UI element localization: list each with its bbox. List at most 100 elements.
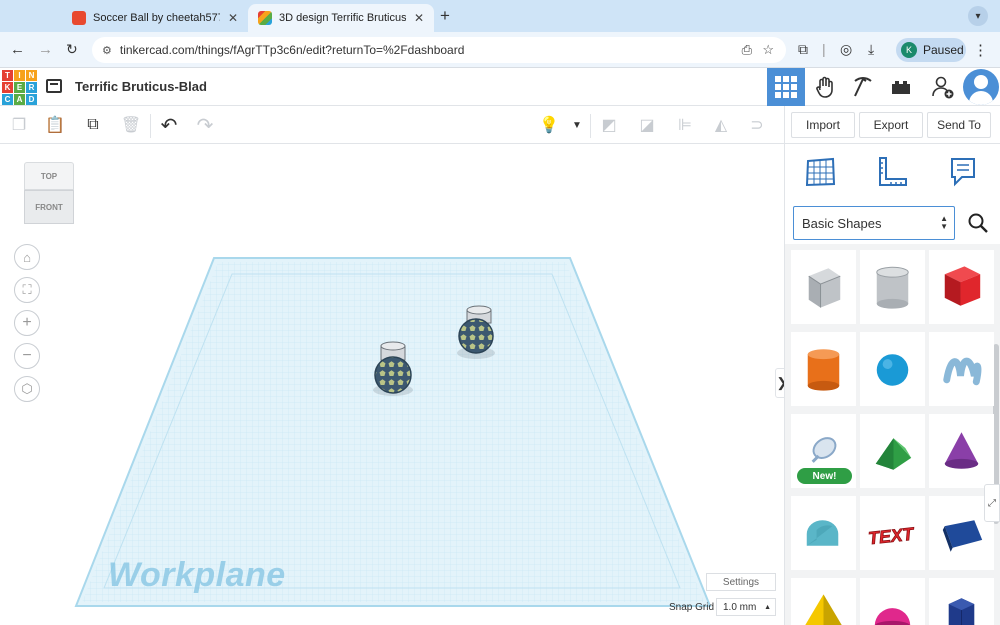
group-icon: ◩	[601, 117, 617, 134]
circuits-button[interactable]	[806, 68, 844, 106]
shape-item[interactable]	[860, 250, 925, 324]
duplicate-button[interactable]: ⧉	[82, 114, 104, 136]
ruler-tool-button[interactable]	[874, 154, 910, 190]
back-button[interactable]: ←	[10, 41, 25, 58]
tab-close-icon[interactable]: ✕	[414, 11, 424, 25]
magnet-icon: ⊃	[750, 117, 764, 134]
lightbulb-icon: 💡	[539, 117, 559, 134]
shape-item[interactable]	[791, 332, 856, 406]
shape-item[interactable]	[860, 332, 925, 406]
toolbar-divider	[590, 114, 591, 138]
install-app-icon[interactable]: ⎙	[742, 42, 752, 58]
tab-3d-design[interactable]: 3D design Terrific Bruticus-Bl ✕	[248, 4, 434, 32]
address-bar[interactable]: ⚙ tinkercad.com/things/fAgrTTp3c6n/edit?…	[92, 37, 786, 63]
paste-button[interactable]: 📋	[44, 114, 66, 136]
shape-item[interactable]	[929, 578, 994, 625]
snap-grid-value: 1.0 mm	[723, 601, 757, 613]
shape-item[interactable]	[791, 578, 856, 625]
view-cube-front[interactable]: FRONT	[24, 190, 74, 224]
snap-grid-select[interactable]: 1.0 mm ▲	[716, 598, 776, 616]
shape-thumbnail	[806, 520, 839, 546]
design-title[interactable]: Terrific Bruticus-Blad	[75, 79, 207, 94]
bookmark-star-icon[interactable]: ☆	[762, 42, 774, 58]
shape-item[interactable]	[791, 250, 856, 324]
shape-thumbnail	[943, 357, 982, 386]
extensions-icon[interactable]: ⧉	[798, 41, 808, 58]
site-info-icon[interactable]: ⚙	[102, 44, 112, 57]
download-icon[interactable]: ⤓	[868, 41, 874, 58]
settings-button[interactable]: Settings	[706, 573, 776, 591]
light-dropdown-button[interactable]: ▼	[566, 114, 588, 136]
fit-view-button[interactable]: ⛶	[14, 277, 40, 303]
home-view-button[interactable]: ⌂	[14, 244, 40, 270]
tab-close-icon[interactable]: ✕	[228, 11, 238, 25]
shape-category-value: Basic Shapes	[802, 215, 882, 231]
shape-item[interactable]	[791, 496, 856, 570]
redo-icon: ↷	[196, 114, 214, 137]
tinkercad-logo[interactable]: TIN KER CAD	[2, 70, 37, 105]
view-cube[interactable]: TOP FRONT	[24, 162, 74, 226]
logo-letter: R	[26, 82, 37, 93]
zoom-in-button[interactable]: +	[14, 310, 40, 336]
workplane-tool-button[interactable]	[802, 154, 838, 190]
ungroup-button[interactable]: ◪	[636, 114, 658, 136]
new-tab-button[interactable]: +	[440, 6, 450, 26]
projection-button[interactable]: ⬡	[14, 376, 40, 402]
tab-soccer-ball[interactable]: Soccer Ball by cheetah577 | D ✕	[62, 4, 248, 32]
3d-design-view-button[interactable]	[767, 68, 805, 106]
shape-item[interactable]: TEXT	[860, 496, 925, 570]
redo-button[interactable]: ↷	[194, 114, 216, 137]
shape-item[interactable]	[929, 332, 994, 406]
add-user-icon	[932, 76, 954, 99]
fit-icon: ⛶	[22, 282, 32, 297]
minus-icon: −	[22, 347, 32, 364]
profile-button[interactable]: K Paused	[896, 38, 966, 62]
shape-thumbnail: TEXT	[867, 523, 917, 549]
shape-thumbnail	[944, 432, 979, 469]
hand-icon	[816, 76, 833, 98]
import-button[interactable]: Import	[791, 112, 855, 138]
shape-search-button[interactable]	[959, 206, 997, 240]
reload-button[interactable]: ↻	[66, 41, 78, 58]
url-text[interactable]: tinkercad.com/things/fAgrTTp3c6n/edit?re…	[120, 43, 465, 57]
browser-menu-icon[interactable]: ⋮	[973, 41, 988, 59]
undo-button[interactable]: ↶	[158, 114, 180, 137]
shape-item[interactable]	[860, 414, 925, 488]
zoom-out-button[interactable]: −	[14, 343, 40, 369]
bricks-button[interactable]	[882, 68, 920, 106]
duplicate-icon: ⧉	[87, 116, 99, 133]
send-to-button[interactable]: Send To	[927, 112, 991, 138]
notes-tool-button[interactable]	[945, 154, 981, 190]
shape-item[interactable]	[929, 250, 994, 324]
select-arrows-icon: ▲ ▼	[940, 214, 948, 231]
delete-button[interactable]: 🗑	[120, 114, 142, 136]
logo-letter: T	[2, 70, 13, 81]
logo-letter: C	[2, 94, 13, 105]
align-button[interactable]: ⊫	[674, 114, 696, 136]
copy-icon: ❐	[11, 117, 27, 134]
group-button[interactable]: ◩	[598, 114, 620, 136]
export-button[interactable]: Export	[859, 112, 923, 138]
share-user-button[interactable]	[924, 68, 962, 106]
light-button[interactable]: 💡	[538, 114, 560, 136]
view-cube-top[interactable]: TOP	[24, 162, 74, 190]
minecraft-button[interactable]	[844, 68, 882, 106]
3d-viewport[interactable]: TOP FRONT ⌂ ⛶ + − ⬡ Workplane Settings S…	[0, 144, 784, 625]
user-avatar[interactable]	[963, 69, 999, 105]
cruise-button[interactable]: ⊃	[746, 114, 768, 136]
tab-search-button[interactable]: ▾	[968, 6, 988, 26]
extension-icon[interactable]: ◎	[840, 41, 852, 58]
side-panel-handle[interactable]: ⤢	[984, 484, 1000, 522]
arrow-icon: ⤢	[988, 497, 996, 509]
shape-item[interactable]	[860, 578, 925, 625]
grid-icon	[775, 76, 797, 98]
workplane-scene[interactable]	[0, 144, 784, 625]
design-list-icon[interactable]	[46, 79, 62, 93]
shape-category-select[interactable]: Basic Shapes ▲ ▼	[793, 206, 955, 240]
copy-button[interactable]: ❐	[8, 114, 30, 136]
shape-item[interactable]	[929, 414, 994, 488]
mirror-button[interactable]: ◭	[710, 114, 732, 136]
forward-button[interactable]: →	[38, 41, 53, 58]
svg-text:TEXT: TEXT	[867, 524, 916, 549]
shape-thumbnail	[944, 266, 981, 306]
